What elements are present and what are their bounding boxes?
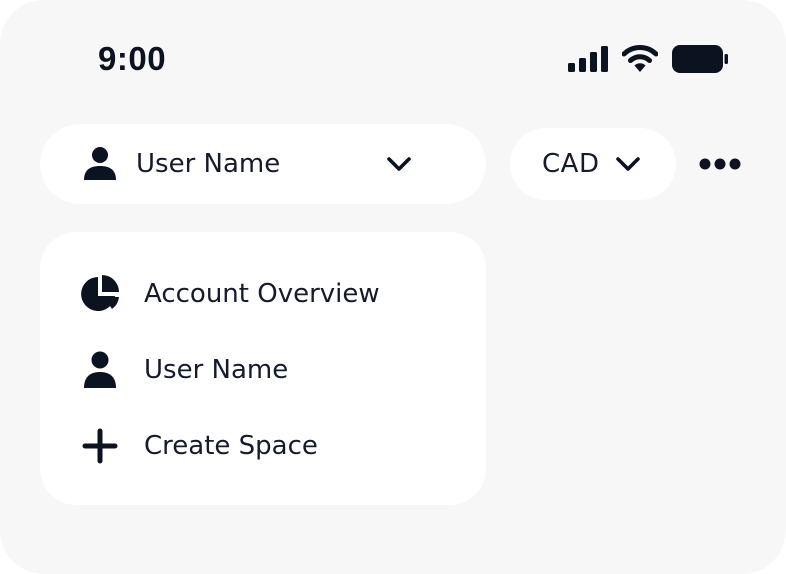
menu-item-label: Account Overview <box>144 279 380 309</box>
chevron-down-icon <box>386 156 412 172</box>
wifi-icon <box>622 45 658 73</box>
cellular-signal-icon <box>568 46 608 72</box>
more-horizontal-icon <box>699 158 741 170</box>
currency-label: CAD <box>542 149 600 179</box>
phone-screen: 9:00 User Name CAD Account Overview User… <box>0 0 786 574</box>
user-selector[interactable]: User Name <box>40 124 486 204</box>
user-selector-label: User Name <box>136 149 281 179</box>
currency-selector[interactable]: CAD <box>510 128 676 200</box>
more-options-button[interactable] <box>696 146 744 182</box>
menu-item-account-overview[interactable]: Account Overview <box>40 256 486 332</box>
menu-item-user-name[interactable]: User Name <box>40 332 486 408</box>
menu-item-create-space[interactable]: Create Space <box>40 408 486 484</box>
user-icon <box>82 146 118 182</box>
status-icons <box>568 40 728 78</box>
chevron-down-icon <box>615 156 641 172</box>
user-icon <box>80 350 120 390</box>
menu-item-label: User Name <box>144 355 289 385</box>
status-time: 9:00 <box>98 40 167 77</box>
battery-icon <box>672 45 728 73</box>
plus-icon <box>80 426 120 466</box>
account-dropdown-menu: Account Overview User Name Create Space <box>40 232 486 505</box>
menu-item-label: Create Space <box>144 431 318 461</box>
pie-chart-icon <box>80 274 120 314</box>
